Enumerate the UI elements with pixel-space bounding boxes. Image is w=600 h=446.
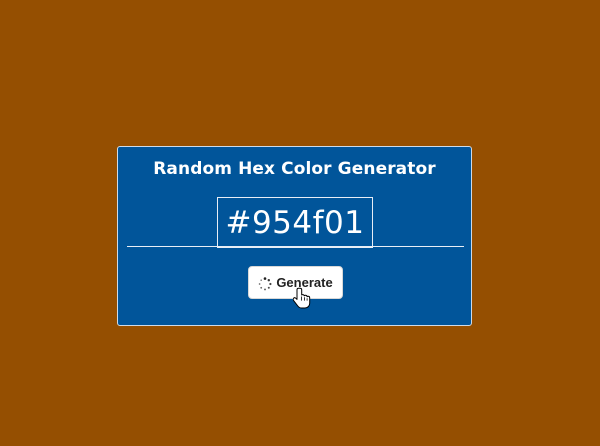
hand-pointer-icon bbox=[292, 287, 311, 311]
loading-spinner-icon bbox=[258, 276, 272, 290]
divider bbox=[127, 246, 464, 247]
hex-value: #954f01 bbox=[225, 204, 365, 241]
hex-display: #954f01 bbox=[217, 197, 373, 248]
card-title: Random Hex Color Generator bbox=[153, 159, 436, 179]
